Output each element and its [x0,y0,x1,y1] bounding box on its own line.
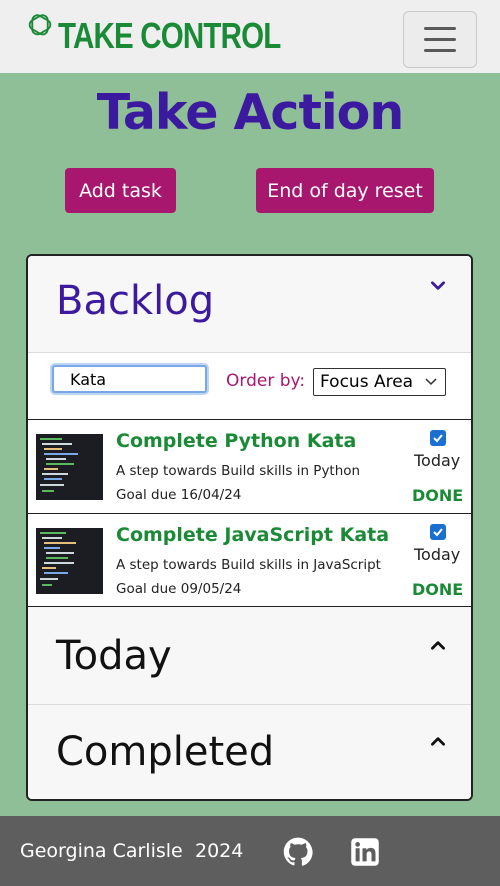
backlog-title: Backlog [56,278,215,324]
task-item[interactable]: Complete JavaScript Kata A step towards … [28,513,471,607]
today-label: Today [414,451,461,470]
chevron-down-icon [431,281,445,290]
task-goal-date: Goal due 09/05/24 [116,581,242,597]
footer-author: Georgina Carlisle [20,840,183,862]
task-description: A step towards Build skills in Python [116,463,361,479]
task-list: Complete Python Kata A step towards Buil… [28,419,471,607]
task-description: A step towards Build skills in JavaScrip… [116,557,381,573]
hamburger-menu-icon [424,27,456,30]
brand-link[interactable]: TAKE CONTROL [26,10,329,54]
today-title: Today [56,633,172,679]
order-by-selected: Focus Area [320,372,414,392]
search-input[interactable] [52,365,207,393]
order-by-label: Order by: [226,371,306,391]
linkedin-icon[interactable] [350,837,380,867]
done-button[interactable]: DONE [412,486,463,505]
brand-name: TAKE CONTROL [58,15,281,56]
task-title[interactable]: Complete JavaScript Kata [116,524,389,546]
done-button[interactable]: DONE [412,580,463,599]
github-icon[interactable] [283,837,313,867]
end-of-day-reset-button[interactable]: End of day reset [256,168,434,213]
today-checkbox[interactable] [430,524,446,540]
task-item[interactable]: Complete Python Kata A step towards Buil… [28,419,471,513]
task-title[interactable]: Complete Python Kata [116,430,356,452]
today-label: Today [414,545,461,564]
chevron-up-icon [431,641,445,650]
today-accordion-header[interactable]: Today [28,609,471,705]
openai-logo-icon [28,14,52,36]
task-goal-date: Goal due 16/04/24 [116,487,242,503]
task-thumbnail [36,528,103,594]
menu-toggle-button[interactable] [403,11,477,68]
chevron-up-icon [431,737,445,746]
completed-accordion-header[interactable]: Completed [28,705,471,799]
page-title: Take Action [96,84,404,141]
footer: Georgina Carlisle 2024 [0,816,500,886]
checkmark-icon [433,528,443,537]
chevron-down-icon [425,378,437,386]
task-thumbnail [36,434,103,500]
navbar: TAKE CONTROL [0,0,500,73]
today-checkbox[interactable] [430,430,446,446]
backlog-accordion-header[interactable]: Backlog [28,256,471,353]
footer-year: 2024 [195,840,244,862]
checkmark-icon [433,434,443,443]
task-accordion: Backlog Order by: Focus Area [26,254,473,801]
order-by-select[interactable]: Focus Area [313,368,446,396]
add-task-button[interactable]: Add task [65,168,176,213]
completed-title: Completed [56,729,275,775]
